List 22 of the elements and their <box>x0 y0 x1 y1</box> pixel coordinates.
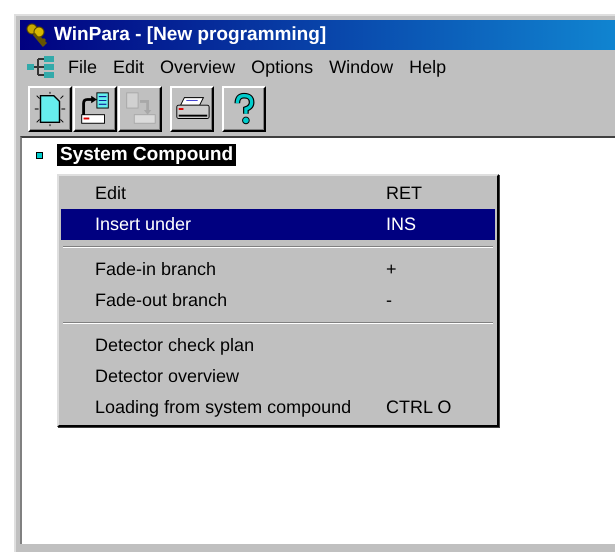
menu-item[interactable]: Fade-out branch - <box>61 285 495 316</box>
menu-item[interactable]: Edit <box>105 56 152 78</box>
toolbar-button[interactable] <box>170 86 214 132</box>
menu-item[interactable]: Edit RET <box>61 178 495 209</box>
toolbar-button[interactable] <box>222 86 266 132</box>
menu-item[interactable]: Help <box>401 56 454 78</box>
keys-icon <box>24 22 50 48</box>
menu-item[interactable]: Detector overview <box>61 361 495 392</box>
menu-item[interactable]: Overview <box>152 56 244 78</box>
window-title: WinPara - [New programming] <box>54 24 326 46</box>
menu-item[interactable]: Loading from system compound CTRL O <box>61 392 495 423</box>
tree-node-icon <box>36 152 43 158</box>
menu-item[interactable]: Fade-in branch + <box>61 254 495 285</box>
tree-item[interactable]: System Compound <box>57 144 236 166</box>
toolbar-button[interactable] <box>73 86 117 132</box>
menu-item[interactable]: Insert under INS <box>61 209 495 240</box>
menu-item[interactable]: Options <box>243 56 322 78</box>
tree-network-icon[interactable] <box>26 53 56 81</box>
menu-item[interactable]: Window <box>321 56 402 78</box>
menu-item[interactable]: File <box>60 56 106 78</box>
menu-item[interactable]: Detector check plan <box>61 330 495 361</box>
toolbar-button[interactable] <box>28 86 72 132</box>
